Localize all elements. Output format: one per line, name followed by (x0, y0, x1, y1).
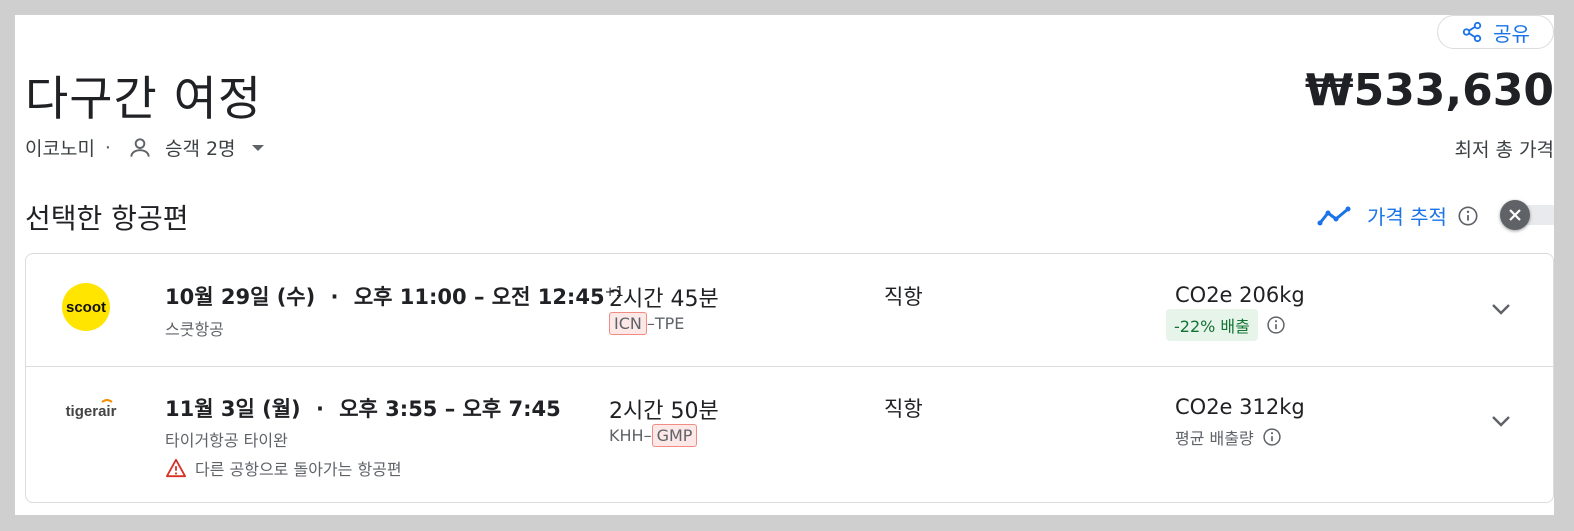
price-tracking-label: 가격 추적 (1367, 205, 1447, 229)
person-icon (130, 137, 150, 157)
total-price: ₩533,630 (1305, 65, 1554, 116)
flight-duration: 2시간 45분 (609, 287, 719, 312)
chevron-down-icon[interactable] (1486, 294, 1516, 324)
stops: 직항 (884, 397, 923, 421)
flight-row[interactable]: scoot 10월 29일 (수) · 오후 11:00 – 오전 12:45+… (26, 254, 1553, 367)
scoot-logo: scoot (62, 283, 110, 331)
arrival-airport: TPE (654, 314, 685, 333)
price-tracking-toggle[interactable] (1500, 200, 1554, 230)
departure-airport: KHH (609, 426, 644, 445)
flight-times: 오후 11:00 – 오전 12:45 (353, 285, 605, 309)
dropdown-arrow-icon (251, 144, 264, 151)
trip-options: 이코노미 · 승객 2명 (25, 134, 266, 161)
flight-date-time: 10월 29일 (수) · 오후 11:00 – 오전 12:45+1 (165, 281, 624, 311)
flight-date: 10월 29일 (수) (165, 285, 316, 309)
warning-text: 다른 공항으로 돌아가는 항공편 (195, 460, 402, 479)
co2-emissions: CO2e 312kg (1175, 395, 1305, 419)
toggle-knob[interactable] (1500, 200, 1530, 230)
arrival-airport: GMP (651, 424, 698, 447)
info-icon[interactable] (1262, 427, 1282, 447)
co2-emissions: CO2e 206kg (1175, 283, 1305, 307)
flight-route: KHH – GMP (609, 424, 698, 447)
trend-line-icon (1317, 206, 1351, 225)
emissions-badge: -22% 배출 (1166, 309, 1258, 341)
page-title: 다구간 여정 (25, 72, 263, 127)
flight-times: 오후 3:55 – 오후 7:45 (339, 397, 561, 421)
info-icon[interactable] (1457, 205, 1479, 227)
info-icon[interactable] (1266, 315, 1286, 335)
route-dash: – (646, 314, 655, 333)
emissions-info: 평균 배출량 (1175, 425, 1282, 449)
separator-dot: · (330, 285, 339, 309)
flight-route: ICN – TPE (609, 312, 684, 335)
airline-name: 타이거항공 타이완 (165, 431, 288, 450)
price-tracking: 가격 추적 (1317, 201, 1479, 230)
close-icon (1509, 209, 1521, 221)
chevron-down-icon[interactable] (1486, 406, 1516, 436)
airline-name: 스쿳항공 (165, 320, 224, 339)
different-airport-warning: 다른 공항으로 돌아가는 항공편 (165, 456, 402, 480)
trip-summary-page: 공유 다구간 여정 ₩533,630 최저 총 가격 이코노미 · 승객 2명 … (15, 15, 1554, 515)
separator-dot: · (315, 397, 324, 421)
price-label: 최저 총 가격 (1454, 139, 1554, 161)
section-title: 선택한 항공편 (25, 202, 189, 235)
flight-date-time: 11월 3일 (월) · 오후 3:55 – 오후 7:45 (165, 393, 561, 423)
flight-duration: 2시간 50분 (609, 399, 719, 424)
flight-date: 11월 3일 (월) (165, 397, 301, 421)
separator-dot: · (104, 136, 111, 159)
share-icon (1462, 21, 1482, 43)
scoot-logo-text: scoot (66, 299, 106, 316)
route-dash: – (643, 426, 652, 445)
stops: 직항 (884, 285, 923, 309)
passengers-label: 승객 2명 (164, 138, 236, 160)
emissions-note: 평균 배출량 (1175, 429, 1254, 448)
share-button[interactable]: 공유 (1437, 15, 1554, 49)
flight-row[interactable]: tigerair 11월 3일 (월) · 오후 3:55 – 오후 7:45 … (26, 366, 1553, 503)
share-label: 공유 (1493, 21, 1530, 46)
departure-airport: ICN (609, 312, 647, 335)
emissions-info: -22% 배출 (1166, 309, 1286, 341)
tigerair-logo-text: tigerair (66, 403, 117, 420)
selected-flights-list: scoot 10월 29일 (수) · 오후 11:00 – 오전 12:45+… (25, 253, 1554, 503)
tigerair-logo: tigerair (66, 399, 117, 420)
warning-icon (166, 458, 186, 478)
passengers-selector[interactable]: 승객 2명 (121, 134, 266, 161)
cabin-class: 이코노미 (25, 138, 95, 160)
